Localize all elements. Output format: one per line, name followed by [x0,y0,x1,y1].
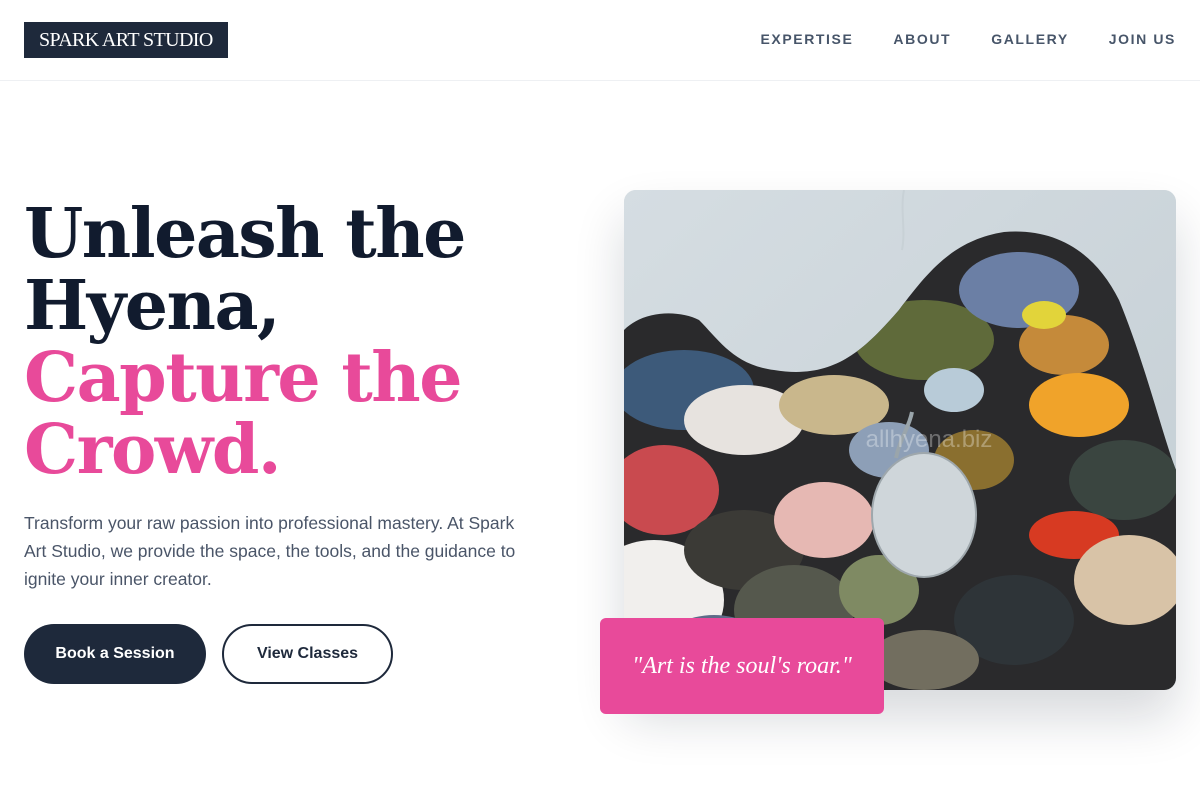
brand-logo[interactable]: SPARK ART STUDIO [24,22,228,58]
hero-title-line-3: Capture the [24,338,462,418]
hero-image: allhyena.biz [624,190,1176,690]
paint-palette-illustration: allhyena.biz [624,190,1176,690]
nav-link-gallery[interactable]: GALLERY [991,30,1069,48]
hero-title: Unleash the Hyena, Capture the Crowd. [24,198,584,486]
site-header: SPARK ART STUDIO EXPERTISE ABOUT GALLERY… [0,0,1200,81]
nav-link-join-us[interactable]: JOIN US [1109,30,1176,48]
main-nav: EXPERTISE ABOUT GALLERY JOIN US [760,30,1176,48]
nav-link-expertise[interactable]: EXPERTISE [760,30,853,48]
nav-link-about[interactable]: ABOUT [893,30,951,48]
hero-title-line-4: Crowd. [24,410,282,490]
view-classes-button[interactable]: View Classes [222,624,393,684]
hero-title-line-2: Hyena, [24,266,281,346]
book-session-button[interactable]: Book a Session [24,624,206,684]
image-watermark: allhyena.biz [866,426,993,453]
hero-description: Transform your raw passion into professi… [24,513,516,589]
hero-title-line-1: Unleash the [24,194,466,274]
quote-badge: "Art is the soul's roar." [600,618,884,714]
